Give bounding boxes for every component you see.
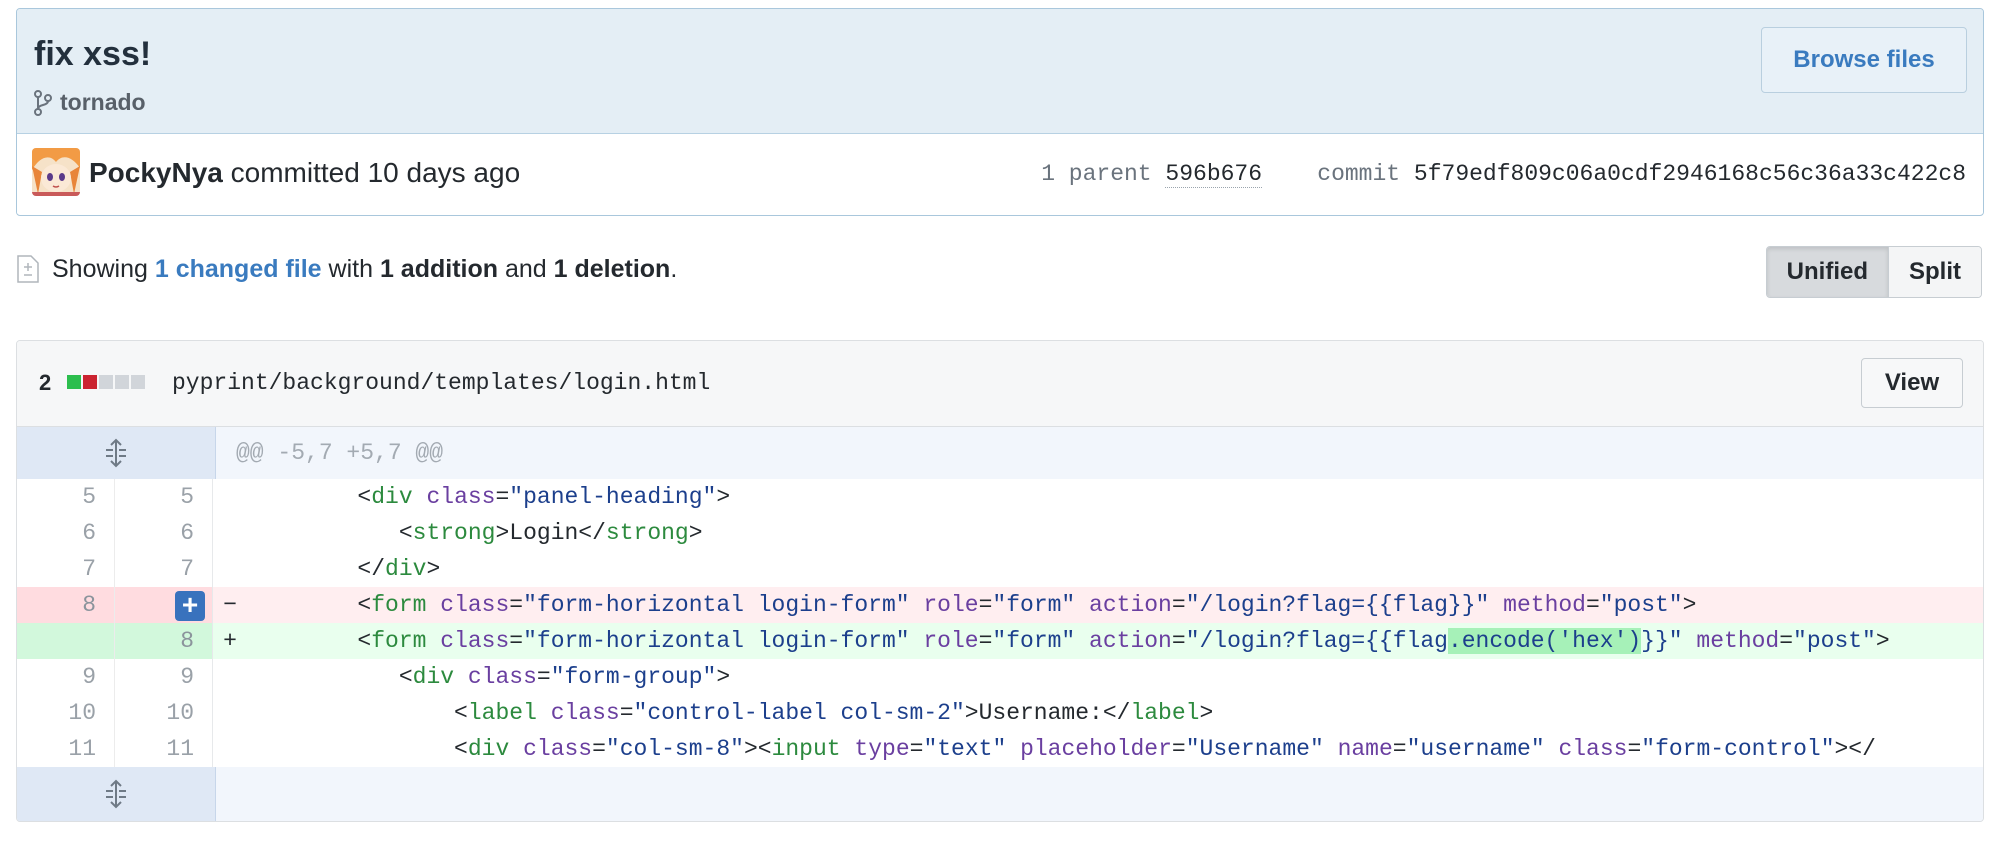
code-line: <form class="form-horizontal login-form"… — [357, 592, 1697, 618]
diff-sign — [213, 695, 247, 731]
diff-line: 5 5 <div class="panel-heading"> — [17, 479, 1983, 515]
author-line: PockyNya committed 10 days ago — [89, 157, 520, 189]
diff-sign — [213, 731, 247, 767]
diff-view-toggle: Unified Split — [1765, 246, 1982, 298]
changed-files-link[interactable]: 1 changed file — [155, 255, 322, 283]
unfold-icon — [106, 438, 126, 468]
summary-and: and — [504, 254, 547, 283]
commit-sha: 5f79edf809c06a0cdf2946168c56c36a33c422c8 — [1413, 161, 1966, 187]
unified-view-button[interactable]: Unified — [1766, 247, 1889, 297]
commit-title: fix xss! — [34, 35, 152, 73]
add-comment-button[interactable]: + — [175, 591, 205, 621]
new-line-number[interactable]: 8 — [115, 623, 213, 659]
old-line-number[interactable]: 7 — [17, 551, 115, 587]
old-line-number[interactable]: 6 — [17, 515, 115, 551]
commit-title-bar: fix xss! tornado Browse files — [17, 9, 1983, 134]
code-line: <div class="panel-heading"> — [357, 484, 731, 510]
code-line: <div class="col-sm-8"><input type="text"… — [454, 736, 1876, 762]
file-path[interactable]: pyprint/background/templates/login.html — [172, 370, 710, 396]
new-line-number[interactable]: 10 — [115, 695, 213, 731]
diff-sign — [213, 515, 247, 551]
author-name[interactable]: PockyNya — [89, 157, 223, 188]
diff-line: 7 7 </div> — [17, 551, 1983, 587]
branch-info: tornado — [34, 89, 146, 116]
code-line: <div class="form-group"> — [398, 664, 731, 690]
new-line-number[interactable]: 7 — [115, 551, 213, 587]
old-line-number[interactable]: 11 — [17, 731, 115, 767]
summary-showing: Showing — [52, 254, 148, 283]
file-header: 2 pyprint/background/templates/login.htm… — [17, 341, 1983, 427]
code-line: <form class="form-horizontal login-form"… — [357, 628, 1890, 654]
diffstat-block-neutral — [115, 375, 129, 389]
commit-header: fix xss! tornado Browse files PockyNya c… — [16, 8, 1984, 216]
inline-change-highlight: .encode('hex') — [1447, 628, 1642, 654]
summary-period: . — [670, 254, 678, 283]
old-line-number[interactable]: 8 — [17, 587, 115, 623]
new-line-number[interactable]: 9 — [115, 659, 213, 695]
old-line-number[interactable]: 5 — [17, 479, 115, 515]
diffstat-block-del — [83, 375, 97, 389]
expand-up-button[interactable] — [17, 427, 216, 479]
diff-sign — [213, 659, 247, 695]
parent-sha-link[interactable]: 596b676 — [1165, 161, 1263, 188]
branch-name[interactable]: tornado — [60, 89, 146, 116]
diffstat-block-neutral — [131, 375, 145, 389]
old-line-number[interactable]: 10 — [17, 695, 115, 731]
code-line: <strong>Login</strong> — [398, 520, 703, 546]
file-diff-icon — [17, 255, 39, 283]
diff-table: @@ -5,7 +5,7 @@ 5 5 <div class="panel-he… — [17, 427, 1983, 821]
unfold-icon — [106, 779, 126, 809]
additions-count: 1 addition — [379, 254, 499, 283]
hunk-header: @@ -5,7 +5,7 @@ — [236, 440, 444, 466]
diff-sign — [213, 551, 247, 587]
split-view-button[interactable]: Split — [1889, 247, 1981, 297]
diff-line-addition: 8 + <form class="form-horizontal login-f… — [17, 623, 1983, 659]
diff-sign: + − — [175, 587, 247, 623]
new-line-number[interactable]: 5 — [115, 479, 213, 515]
code-line: </div> — [357, 556, 441, 582]
commit-label: commit — [1317, 161, 1401, 187]
diffstat-block-add — [67, 375, 81, 389]
old-line-number[interactable]: 9 — [17, 659, 115, 695]
diff-line: 9 9 <div class="form-group"> — [17, 659, 1983, 695]
diff-sign: + — [223, 628, 237, 654]
diffstat-bar — [67, 375, 145, 389]
file-change-count: 2 — [39, 370, 52, 395]
avatar[interactable] — [32, 148, 80, 196]
hunk-header-row: @@ -5,7 +5,7 @@ — [17, 427, 1983, 479]
diff-sign — [213, 479, 247, 515]
file-diff: 2 pyprint/background/templates/login.htm… — [16, 340, 1984, 822]
diff-line: 6 6 <strong>Login</strong> — [17, 515, 1983, 551]
browse-files-button[interactable]: Browse files — [1761, 27, 1967, 93]
new-line-number[interactable]: 6 — [115, 515, 213, 551]
diff-summary: Showing 1 changed file with 1 addition a… — [16, 254, 677, 284]
old-line-number[interactable] — [17, 623, 115, 659]
sha-block: 1 parent 596b676 commit 5f79edf809c06a0c… — [1041, 161, 1966, 188]
diffstat-block-neutral — [99, 375, 113, 389]
parent-label: 1 parent — [1041, 161, 1152, 187]
deletions-count: 1 deletion — [553, 254, 671, 283]
expand-down-button[interactable] — [17, 767, 216, 821]
view-file-button[interactable]: View — [1861, 358, 1963, 408]
diff-line: 10 10 <label class="control-label col-sm… — [17, 695, 1983, 731]
expand-down-row — [17, 767, 1983, 821]
diff-line: 11 11 <div class="col-sm-8"><input type=… — [17, 731, 1983, 767]
committed-time: committed 10 days ago — [230, 157, 521, 188]
commit-meta: PockyNya committed 10 days ago 1 parent … — [17, 134, 1983, 214]
summary-with: with — [328, 254, 373, 283]
code-line: <label class="control-label col-sm-2">Us… — [454, 700, 1214, 726]
diff-line-deletion: 8 + − <form class="form-horizontal login-… — [17, 587, 1983, 623]
new-line-number[interactable]: 11 — [115, 731, 213, 767]
branch-icon — [34, 89, 52, 116]
